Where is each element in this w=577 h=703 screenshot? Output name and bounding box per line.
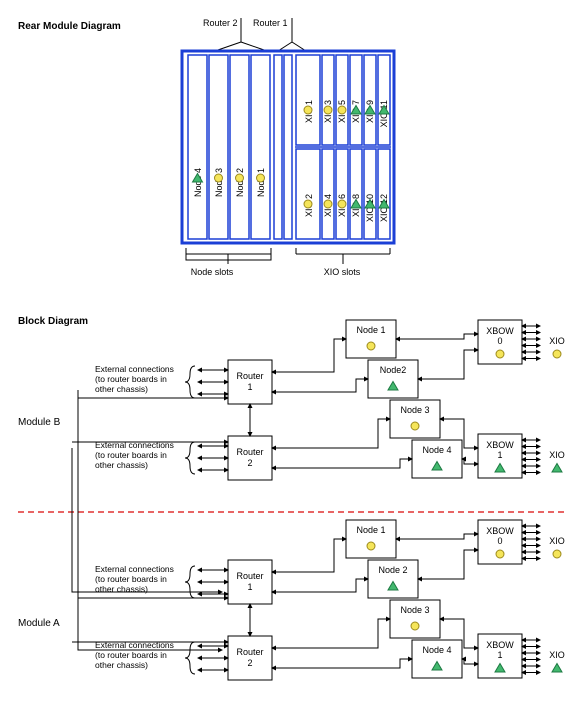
svg-text:Node 1: Node 1 xyxy=(356,525,385,535)
svg-text:Node 3: Node 3 xyxy=(214,168,224,197)
svg-text:External connections(to router: External connections(to router boards in… xyxy=(95,364,174,394)
svg-text:External connections(to router: External connections(to router boards in… xyxy=(95,640,174,670)
svg-text:XIO: XIO xyxy=(549,536,565,546)
svg-text:Node 4: Node 4 xyxy=(193,168,203,197)
title-rear: Rear Module Diagram xyxy=(18,21,121,32)
svg-text:Node 4: Node 4 xyxy=(422,645,451,655)
diagram-canvas: Rear Module Diagram Router 2 Router 1 No… xyxy=(0,0,577,701)
svg-text:Node2: Node2 xyxy=(380,365,407,375)
svg-text:External connections(to router: External connections(to router boards in… xyxy=(95,564,174,594)
label-node-slots: Node slots xyxy=(191,267,234,277)
router-label-2: Router 2 xyxy=(203,18,238,28)
module-b-label: Module B xyxy=(18,417,61,428)
svg-text:Node 2: Node 2 xyxy=(235,168,245,197)
svg-text:XIO: XIO xyxy=(549,650,565,660)
svg-text:Node 3: Node 3 xyxy=(400,405,429,415)
svg-text:XIO: XIO xyxy=(549,450,565,460)
svg-text:Node 1: Node 1 xyxy=(356,325,385,335)
router-label-1: Router 1 xyxy=(253,18,288,28)
module-a-label: Module A xyxy=(18,618,60,629)
svg-text:Node 4: Node 4 xyxy=(422,445,451,455)
title-block: Block Diagram xyxy=(18,316,88,327)
svg-text:External connections(to router: External connections(to router boards in… xyxy=(95,440,174,470)
svg-text:Node 1: Node 1 xyxy=(256,168,266,197)
svg-text:Node 2: Node 2 xyxy=(378,565,407,575)
label-xio-slots: XIO slots xyxy=(324,267,361,277)
svg-text:Node 3: Node 3 xyxy=(400,605,429,615)
svg-text:XIO: XIO xyxy=(549,336,565,346)
